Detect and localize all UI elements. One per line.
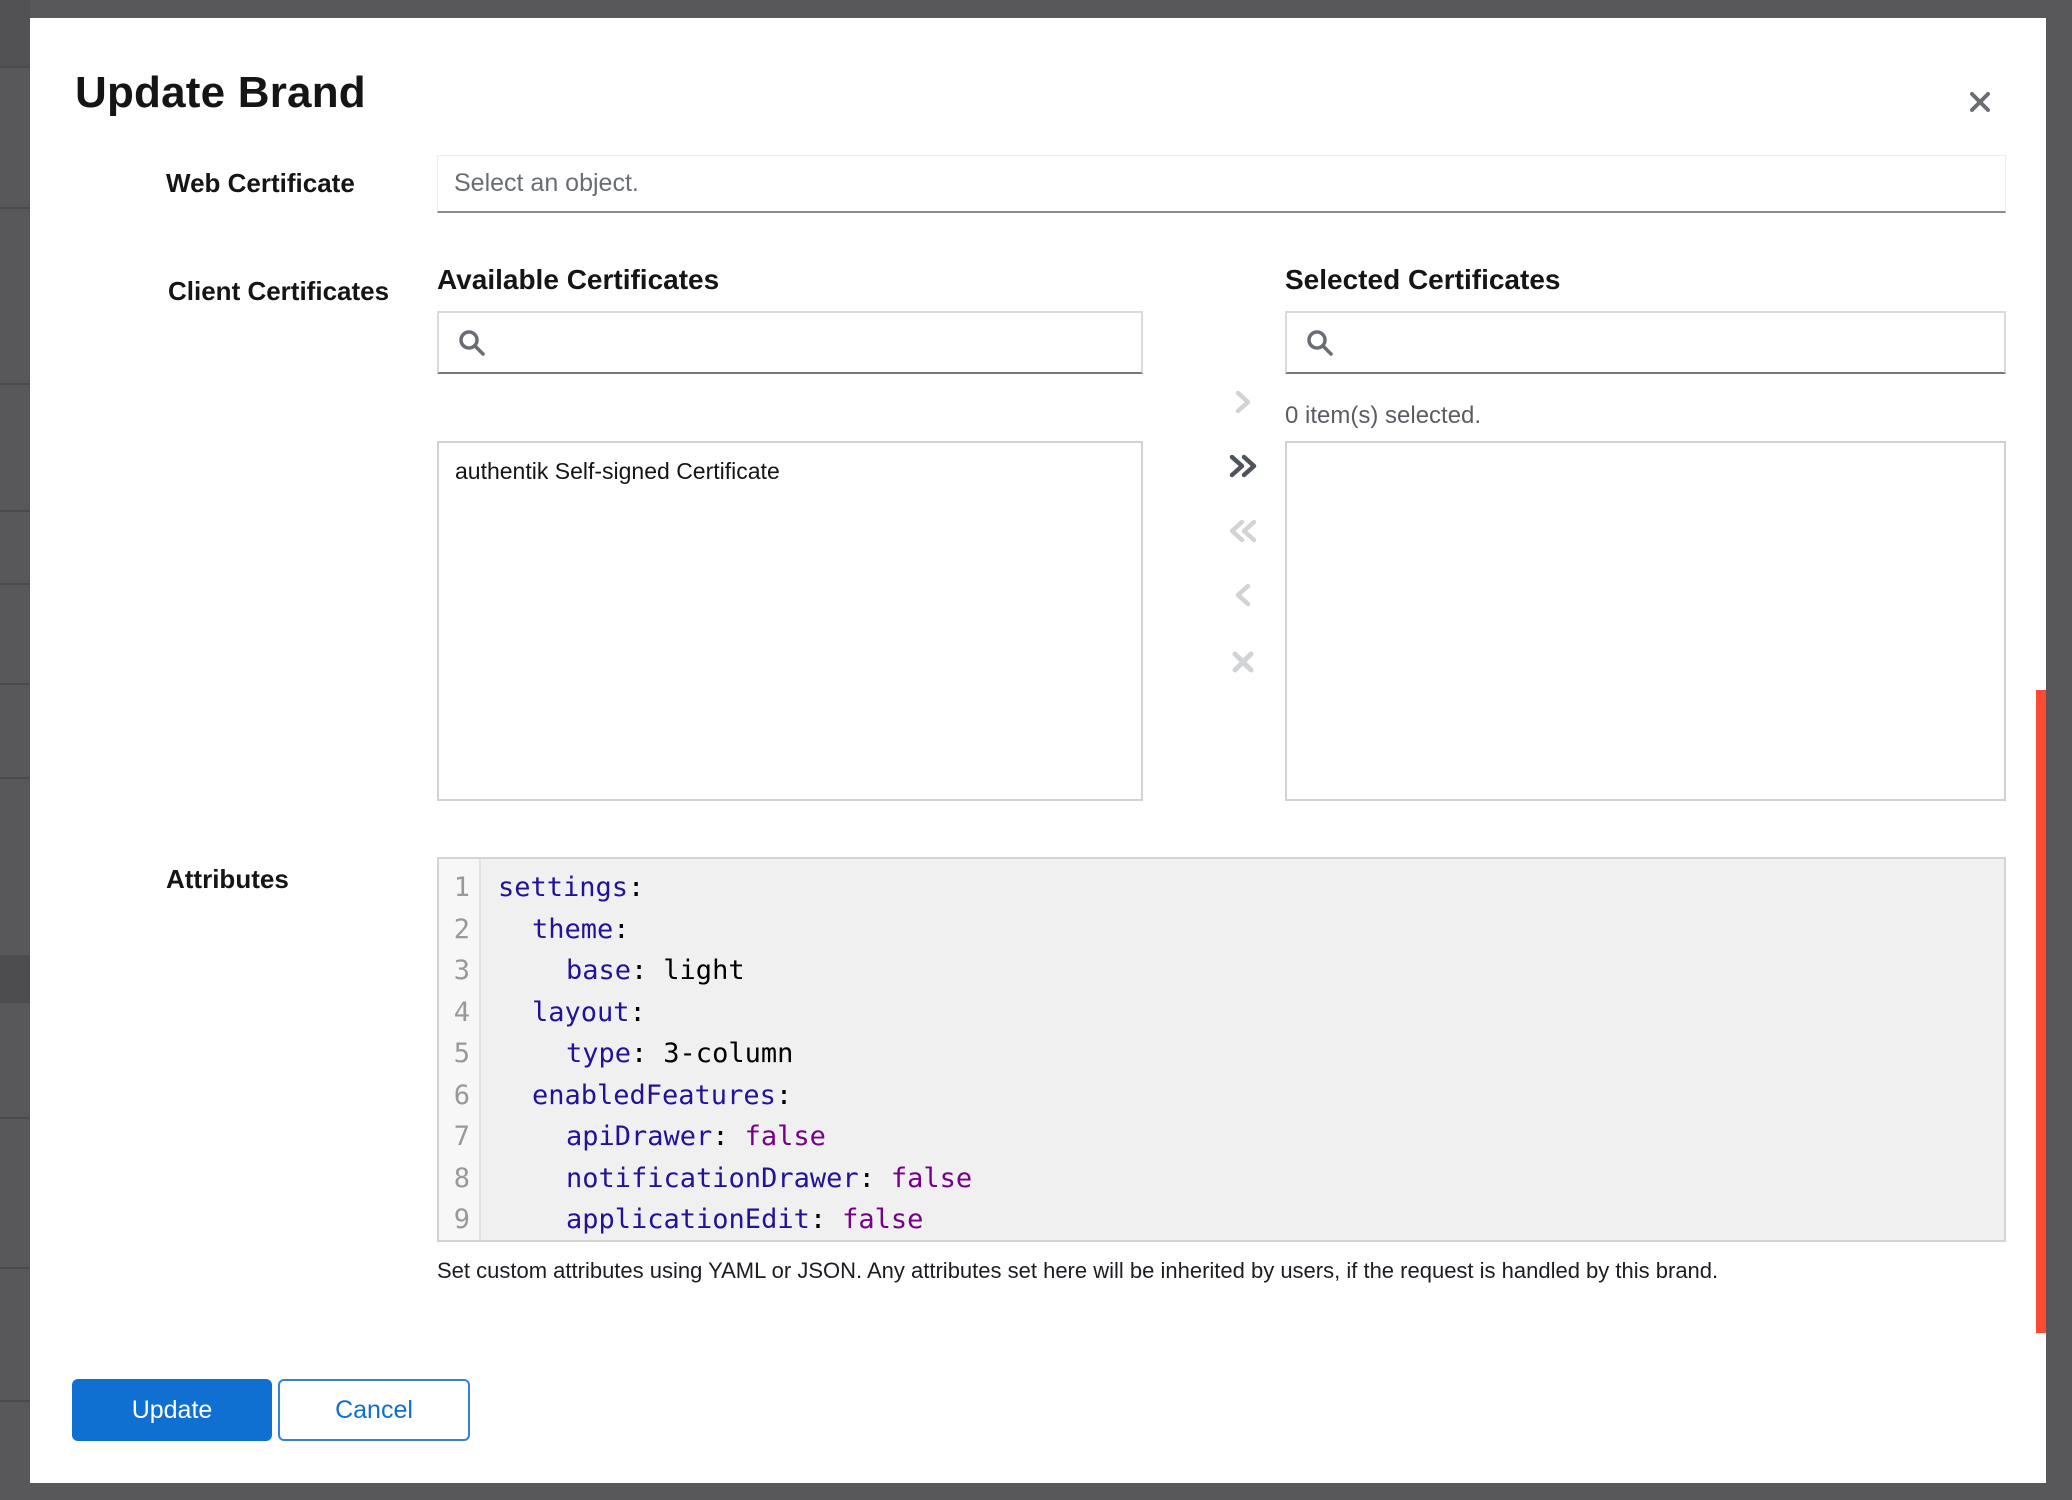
close-button[interactable] [1952, 74, 2008, 130]
yaml-key: theme [532, 914, 613, 945]
yaml-value: 3-column [663, 1038, 793, 1069]
clear-x-icon [1230, 649, 1256, 675]
search-icon [1305, 328, 1335, 358]
backdrop-divider [0, 683, 30, 685]
close-icon [1966, 88, 1994, 116]
move-selected-left-button[interactable] [1199, 571, 1287, 619]
line-number: 7 [439, 1116, 481, 1158]
backdrop-divider [0, 1400, 30, 1402]
backdrop-divider [0, 207, 30, 209]
client-certificates-label: Client Certificates [168, 276, 389, 307]
code-line: 4 layout: [439, 992, 2004, 1034]
code-line: 1 settings: [439, 867, 2004, 909]
line-number: 1 [439, 867, 481, 909]
selected-certificates-heading: Selected Certificates [1285, 264, 1560, 296]
cancel-button[interactable]: Cancel [278, 1379, 470, 1441]
update-button[interactable]: Update [72, 1379, 272, 1441]
page-backdrop: Update Brand Web Certificate Client Cert… [0, 0, 2072, 1500]
code-line: 8 notificationDrawer:false [439, 1158, 2004, 1200]
yaml-key: apiDrawer [566, 1121, 712, 1152]
backdrop-topbar-remnant [0, 0, 30, 66]
code-line: 5 type:3-column [439, 1033, 2004, 1075]
backdrop-divider [0, 383, 30, 385]
attributes-code-editor[interactable]: 1 settings: 2 theme: 3 base:light 4 layo… [437, 857, 2006, 1242]
available-search-input[interactable] [499, 312, 1141, 373]
backdrop-selected-item-remnant [0, 955, 30, 1003]
yaml-key: type [566, 1038, 631, 1069]
selected-certificates-list[interactable] [1285, 441, 2006, 801]
notification-accent-bar [2036, 690, 2046, 1333]
update-brand-modal: Update Brand Web Certificate Client Cert… [30, 18, 2046, 1483]
line-number: 9 [439, 1199, 481, 1241]
backdrop-divider [0, 1267, 30, 1269]
yaml-key: settings [498, 872, 628, 903]
line-number: 5 [439, 1033, 481, 1075]
attributes-help-text: Set custom attributes using YAML or JSON… [437, 1258, 1977, 1284]
move-selected-right-button[interactable] [1199, 378, 1287, 426]
chevron-left-icon [1232, 582, 1254, 608]
chevron-right-icon [1232, 389, 1254, 415]
line-number: 2 [439, 909, 481, 951]
web-certificate-select[interactable] [437, 155, 2006, 213]
backdrop-divider [0, 1117, 30, 1119]
clear-selection-button[interactable] [1199, 638, 1287, 686]
code-line: 7 apiDrawer:false [439, 1116, 2004, 1158]
web-certificate-label: Web Certificate [166, 168, 355, 199]
selected-search-input[interactable] [1347, 312, 2004, 373]
yaml-key: notificationDrawer [566, 1163, 859, 1194]
available-certificates-list[interactable]: authentik Self-signed Certificate [437, 441, 1143, 801]
double-chevron-left-icon [1226, 518, 1260, 544]
yaml-key: enabledFeatures [532, 1080, 776, 1111]
move-all-right-button[interactable] [1199, 442, 1287, 490]
backdrop-divider [0, 777, 30, 779]
code-line: 9 applicationEdit:false [439, 1199, 2004, 1241]
yaml-key: applicationEdit [566, 1204, 810, 1235]
yaml-key: layout [532, 997, 630, 1028]
yaml-value: false [891, 1163, 972, 1194]
attributes-label: Attributes [166, 864, 289, 895]
yaml-value: light [663, 955, 744, 986]
line-number: 8 [439, 1158, 481, 1200]
yaml-value: false [842, 1204, 923, 1235]
yaml-key: base [566, 955, 631, 986]
line-number: 6 [439, 1075, 481, 1117]
code-line: 2 theme: [439, 909, 2004, 951]
backdrop-divider [0, 583, 30, 585]
search-icon [457, 328, 487, 358]
selected-count-status: 0 item(s) selected. [1285, 402, 1481, 430]
modal-title: Update Brand [75, 68, 366, 118]
backdrop-divider [0, 510, 30, 512]
yaml-value: false [745, 1121, 826, 1152]
code-lines: 1 settings: 2 theme: 3 base:light 4 layo… [439, 867, 2004, 1241]
line-number: 4 [439, 992, 481, 1034]
code-line: 3 base:light [439, 950, 2004, 992]
certificate-option[interactable]: authentik Self-signed Certificate [439, 443, 1141, 500]
available-certificates-heading: Available Certificates [437, 264, 719, 296]
available-search-box [437, 311, 1143, 374]
code-line: 6 enabledFeatures: [439, 1075, 2004, 1117]
double-chevron-right-icon [1226, 453, 1260, 479]
selected-search-box [1285, 311, 2006, 374]
line-number: 3 [439, 950, 481, 992]
backdrop-divider [0, 66, 30, 68]
move-all-left-button[interactable] [1199, 507, 1287, 555]
